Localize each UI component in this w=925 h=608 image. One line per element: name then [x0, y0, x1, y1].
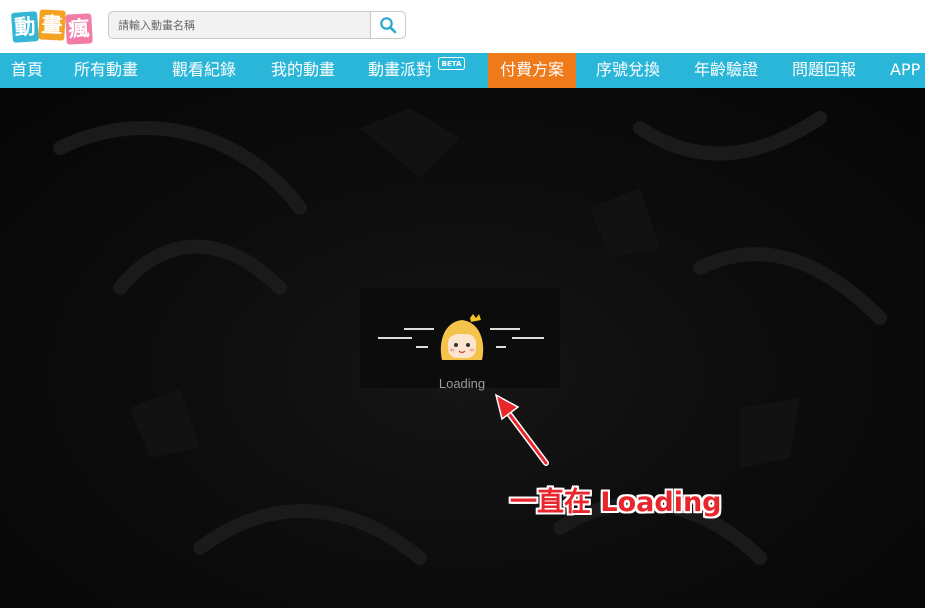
search-box [108, 11, 406, 39]
search-button[interactable] [370, 12, 405, 38]
logo-char-2: 畫 [38, 9, 66, 41]
loading-character-icon [378, 314, 544, 360]
logo-char-1: 動 [10, 11, 40, 43]
video-player[interactable]: Loading 一直在 Loading [0, 88, 925, 608]
logo-char-3: 瘋 [65, 13, 93, 45]
nav-item-paid-plan[interactable]: 付費方案 [488, 53, 576, 88]
annotation-text: 一直在 Loading [510, 487, 722, 518]
beta-badge: BETA [438, 57, 465, 70]
search-icon [380, 17, 397, 34]
search-input[interactable] [110, 13, 372, 37]
nav-item-app[interactable]: APP [890, 53, 920, 88]
nav-item-report[interactable]: 問題回報 [792, 53, 856, 88]
site-logo[interactable]: 動 畫 瘋 [10, 8, 96, 46]
nav-item-age-verify[interactable]: 年齡驗證 [694, 53, 758, 88]
nav-item-my-anime[interactable]: 我的動畫 [271, 53, 335, 88]
nav-item-home[interactable]: 首頁 [11, 53, 43, 88]
nav-item-all-anime[interactable]: 所有動畫 [74, 53, 138, 88]
site-header: 動 畫 瘋 [0, 0, 925, 53]
nav-item-serial-redeem[interactable]: 序號兌換 [596, 53, 660, 88]
nav-item-anime-party[interactable]: 動畫派對 [368, 53, 432, 88]
nav-item-watch-history[interactable]: 觀看紀錄 [172, 53, 236, 88]
loading-text: Loading [438, 376, 486, 391]
annotation-arrow [494, 393, 549, 466]
